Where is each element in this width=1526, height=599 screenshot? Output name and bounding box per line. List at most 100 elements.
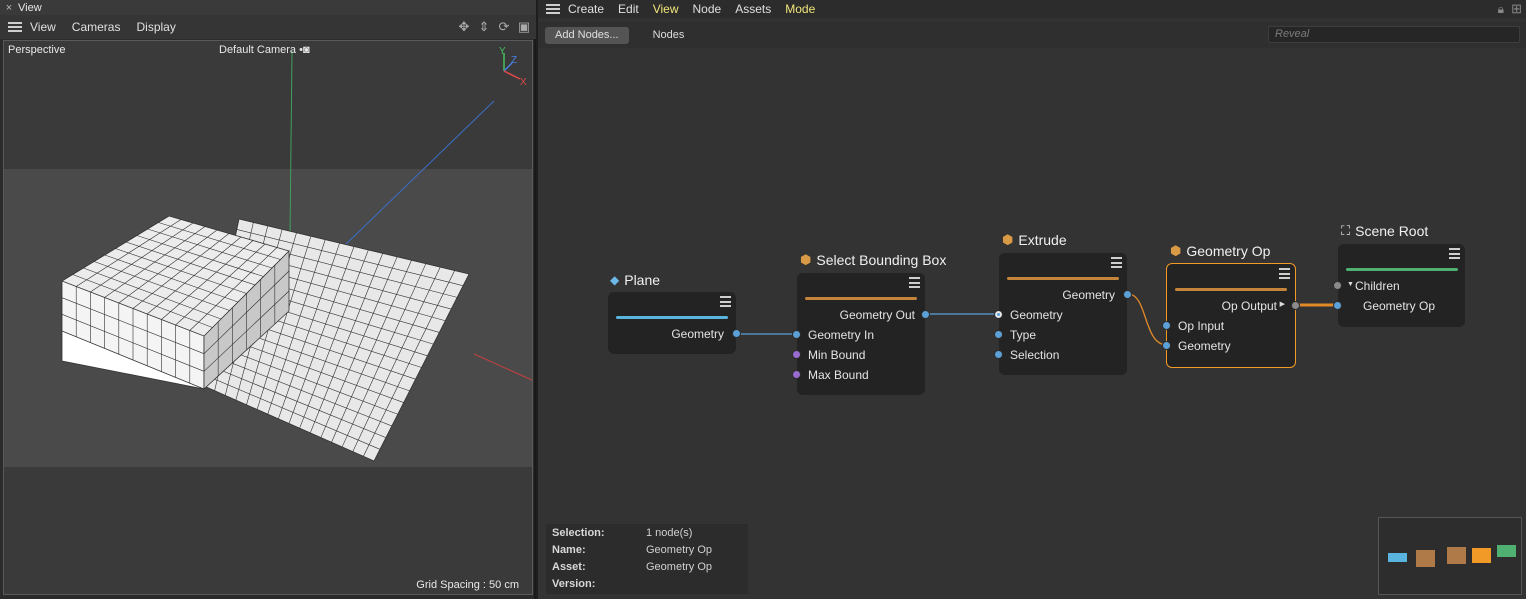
info-value: Geometry Op xyxy=(646,560,713,573)
rotate-view-icon[interactable]: ⟳ xyxy=(496,19,512,35)
move-view-icon[interactable]: ✥ xyxy=(456,19,472,35)
wire-extrude-geomop xyxy=(1127,293,1168,346)
port-label: Geometry xyxy=(671,327,724,341)
port-label: Selection xyxy=(1010,348,1060,362)
input-port[interactable] xyxy=(994,350,1003,359)
node-menu-icon[interactable] xyxy=(909,277,920,288)
info-key: Version: xyxy=(552,577,596,590)
new-panel-icon[interactable]: ⊞ xyxy=(1511,1,1522,17)
info-key: Asset: xyxy=(552,560,586,573)
cube-icon: ⬢ xyxy=(1170,243,1182,258)
output-port[interactable] xyxy=(921,310,930,319)
reveal-search-input[interactable]: Reveal xyxy=(1268,26,1520,43)
extrude-node[interactable]: Geometry Geometry Type Selection xyxy=(994,253,1132,375)
port-label: Min Bound xyxy=(808,348,866,362)
menu-display[interactable]: Display xyxy=(136,20,175,34)
geometry-op-node[interactable]: Op Output ▶ Op Input Geometry xyxy=(1162,263,1300,368)
panel-title: View xyxy=(18,1,42,14)
scene-root-node[interactable]: ▼ Children Geometry Op xyxy=(1333,244,1465,327)
input-port[interactable] xyxy=(1162,321,1171,330)
port-label: Type xyxy=(1010,328,1037,342)
menu-assets[interactable]: Assets xyxy=(735,2,771,16)
node-menu-icon[interactable] xyxy=(1279,268,1290,279)
menu-cameras[interactable]: Cameras xyxy=(72,20,121,34)
node-editor-menu-bar: Create Edit View Node Assets Mode 🔒︎ ⊞ xyxy=(538,0,1526,18)
node-menu-icon[interactable] xyxy=(1111,257,1122,268)
port-label: Max Bound xyxy=(808,368,869,382)
geometry-op-node-title[interactable]: ⬢ Geometry Op xyxy=(1170,243,1270,259)
extrude-title-text: Extrude xyxy=(1018,232,1067,248)
camera-label[interactable]: Default Camera •◙ xyxy=(219,44,310,56)
collapse-arrow-icon[interactable]: ▼ xyxy=(1347,281,1354,288)
expand-arrow-icon[interactable]: ▶ xyxy=(1280,300,1285,308)
node-editor-panel: Create Edit View Node Assets Mode 🔒︎ ⊞ A… xyxy=(538,0,1526,599)
extrude-node-title[interactable]: ⬢ Extrude xyxy=(1002,232,1067,248)
minimap-node xyxy=(1447,547,1466,564)
scene-root-node-title[interactable]: ⛶ Scene Root xyxy=(1341,223,1428,239)
add-nodes-button[interactable]: Add Nodes... xyxy=(545,26,629,44)
node-color-bar xyxy=(1007,277,1119,280)
menu-view[interactable]: View xyxy=(30,20,56,34)
camera-name: Default Camera xyxy=(219,44,297,56)
select-bbox-node[interactable]: Geometry Out Geometry In Min Bound Max B… xyxy=(792,273,930,395)
node-canvas[interactable]: ◆ Plane Geometry ⬢ Select Bounding Box G… xyxy=(538,48,1526,599)
menu-node[interactable]: Node xyxy=(693,2,722,16)
tab-nodes[interactable]: Nodes xyxy=(653,29,685,41)
camera-icon: •◙ xyxy=(299,44,310,56)
output-port[interactable] xyxy=(732,329,741,338)
scene-root-title-text: Scene Root xyxy=(1355,223,1429,239)
output-port[interactable] xyxy=(1291,301,1300,310)
node-color-bar xyxy=(616,316,728,319)
node-menu-icon[interactable] xyxy=(1449,248,1460,259)
port-label: Op Output xyxy=(1221,299,1277,313)
node-color-bar xyxy=(1175,288,1287,291)
node-color-bar xyxy=(805,297,917,300)
minimap-node xyxy=(1388,553,1407,562)
plane-node-title[interactable]: ◆ Plane xyxy=(610,272,660,288)
input-port[interactable] xyxy=(1162,341,1171,350)
port-label: Geometry In xyxy=(808,328,875,342)
minimap-node xyxy=(1416,550,1435,567)
output-port[interactable] xyxy=(1123,290,1132,299)
select-bbox-title-text: Select Bounding Box xyxy=(816,252,947,268)
hamburger-menu-icon[interactable] xyxy=(8,22,22,32)
input-port[interactable] xyxy=(994,310,1003,319)
input-port[interactable] xyxy=(792,370,801,379)
select-bbox-node-title[interactable]: ⬢ Select Bounding Box xyxy=(800,252,946,268)
viewport-menu-bar: View Cameras Display ✥ ⇕ ⟳ ▣ xyxy=(0,15,536,39)
input-port[interactable] xyxy=(1333,301,1342,310)
3d-viewport[interactable]: Perspective Default Camera •◙ Y Z X Grid… xyxy=(3,40,533,595)
info-key: Name: xyxy=(552,543,586,556)
node-menu-icon[interactable] xyxy=(720,296,731,307)
projection-label[interactable]: Perspective xyxy=(8,44,65,56)
menu-mode[interactable]: Mode xyxy=(785,2,815,16)
menu-view[interactable]: View xyxy=(653,2,679,16)
port-label: Geometry Out xyxy=(839,308,915,322)
port-label: Children xyxy=(1355,279,1400,293)
port-label: Op Input xyxy=(1178,319,1225,333)
dolly-icon[interactable]: ⇕ xyxy=(476,19,492,35)
port-label: Geometry xyxy=(1062,288,1115,302)
plane-node[interactable]: Geometry xyxy=(608,292,741,354)
menu-create[interactable]: Create xyxy=(568,2,604,16)
node-minimap[interactable] xyxy=(1378,517,1522,595)
cube-icon: ⬢ xyxy=(800,252,812,267)
menu-edit[interactable]: Edit xyxy=(618,2,639,16)
input-port[interactable] xyxy=(994,330,1003,339)
viewport-panel: × View View Cameras Display ✥ ⇕ ⟳ ▣ Pers… xyxy=(0,0,536,599)
hamburger-menu-icon[interactable] xyxy=(546,4,560,14)
input-port[interactable] xyxy=(1333,281,1342,290)
layout-icon[interactable]: ▣ xyxy=(516,19,532,35)
selection-info-panel: Selection: 1 node(s) Name: Geometry Op Ass… xyxy=(546,524,748,594)
viewport-tools: ✥ ⇕ ⟳ ▣ xyxy=(456,19,532,35)
close-icon[interactable]: × xyxy=(0,2,18,14)
plane-icon: ◆ xyxy=(610,273,620,287)
gizmo-z-label: Z xyxy=(511,55,518,66)
viewport-scene xyxy=(4,41,532,594)
port-label: Geometry xyxy=(1178,339,1231,353)
scene-root-icon: ⛶ xyxy=(1341,223,1351,238)
lock-icon[interactable]: 🔒︎ xyxy=(1498,2,1504,17)
input-port[interactable] xyxy=(792,330,801,339)
port-label: Geometry Op xyxy=(1363,299,1436,313)
input-port[interactable] xyxy=(792,350,801,359)
